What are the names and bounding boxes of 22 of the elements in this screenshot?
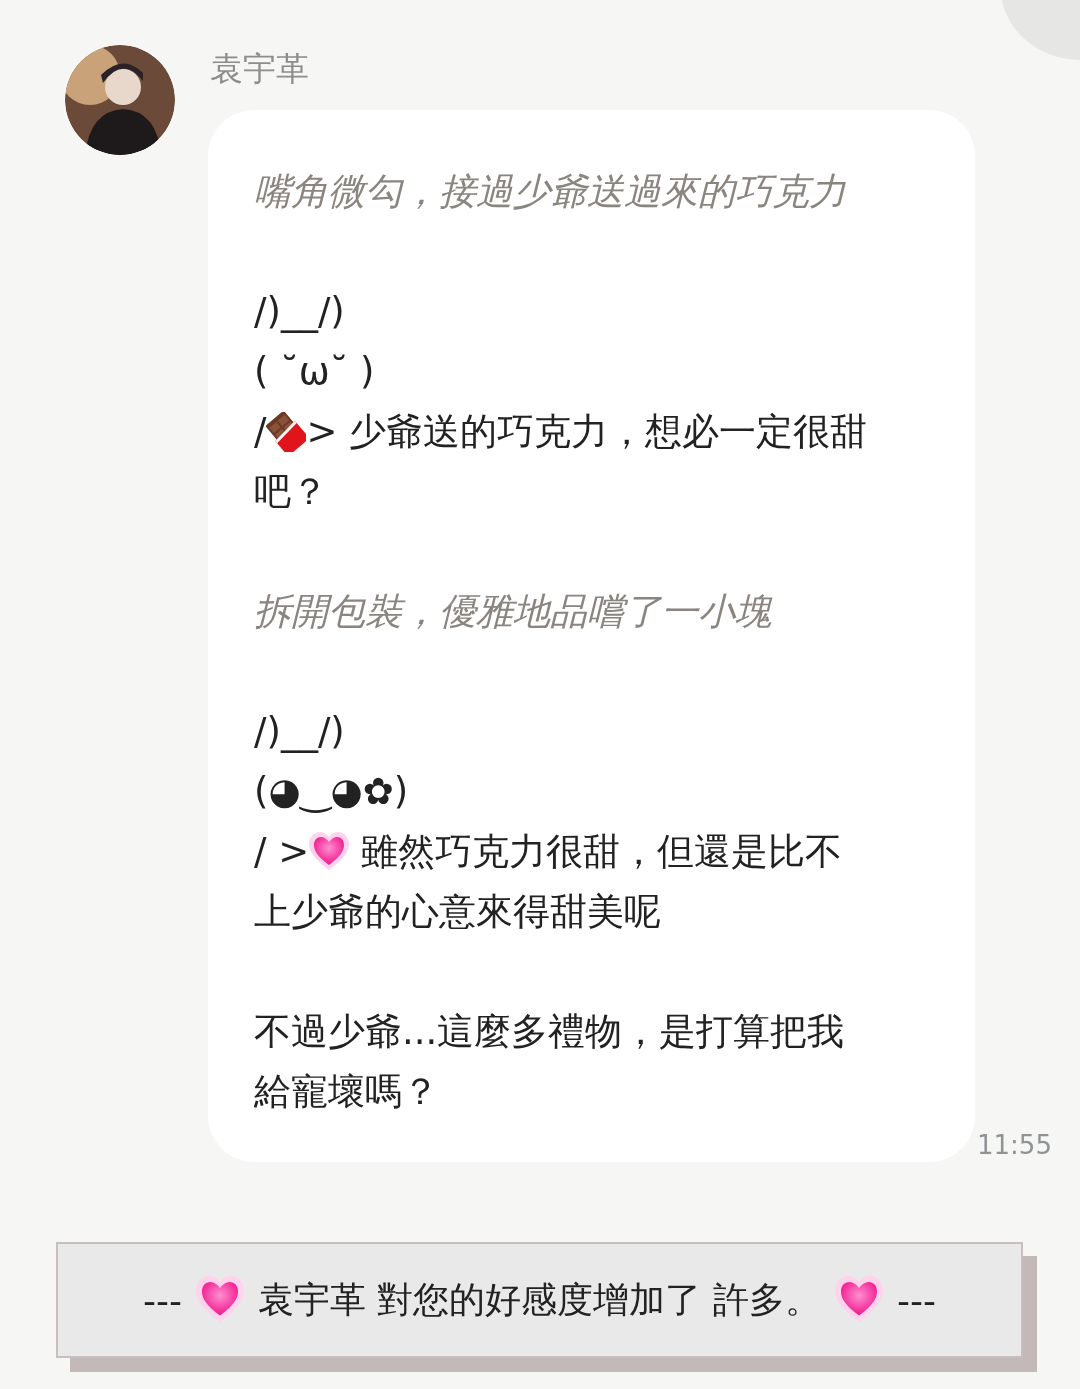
action-text: 拆開包裝，優雅地品嚐了一小塊 (254, 589, 774, 635)
message-text: > 少爺送的巧克力，想必一定很甜 (306, 410, 868, 453)
action-text: 嘴角微勾，接過少爺送過來的巧克力 (254, 169, 847, 215)
message-text: ( ˘ω˘ ) (254, 350, 375, 393)
message-text: --- (143, 1279, 183, 1321)
message-text: 不過少爺...這麼多禮物，是打算把我 (254, 1010, 845, 1053)
heart-icon (196, 1276, 245, 1324)
message-text: --- (896, 1279, 936, 1321)
message-text: 吧？ (254, 470, 328, 513)
message-text: / > (254, 830, 310, 873)
message-text: / (254, 410, 267, 453)
message-text: /)__/) (254, 290, 345, 333)
message-text: /)__/) (254, 710, 345, 753)
message-text: 給寵壞嗎？ (254, 1070, 439, 1113)
message-text: 上少爺的心意來得甜美呢 (254, 890, 661, 933)
message-text: (◕‿◕✿) (254, 770, 409, 813)
message-time: 11:55 (977, 1130, 1052, 1160)
sender-name: 袁宇革 (210, 48, 310, 90)
message-text: 袁宇革 對您的好感度增加了 許多。 (258, 1277, 821, 1322)
heart-icon (834, 1276, 883, 1324)
message-text: 雖然巧克力很甜，但還是比不 (360, 830, 842, 873)
heart-icon (309, 832, 350, 872)
